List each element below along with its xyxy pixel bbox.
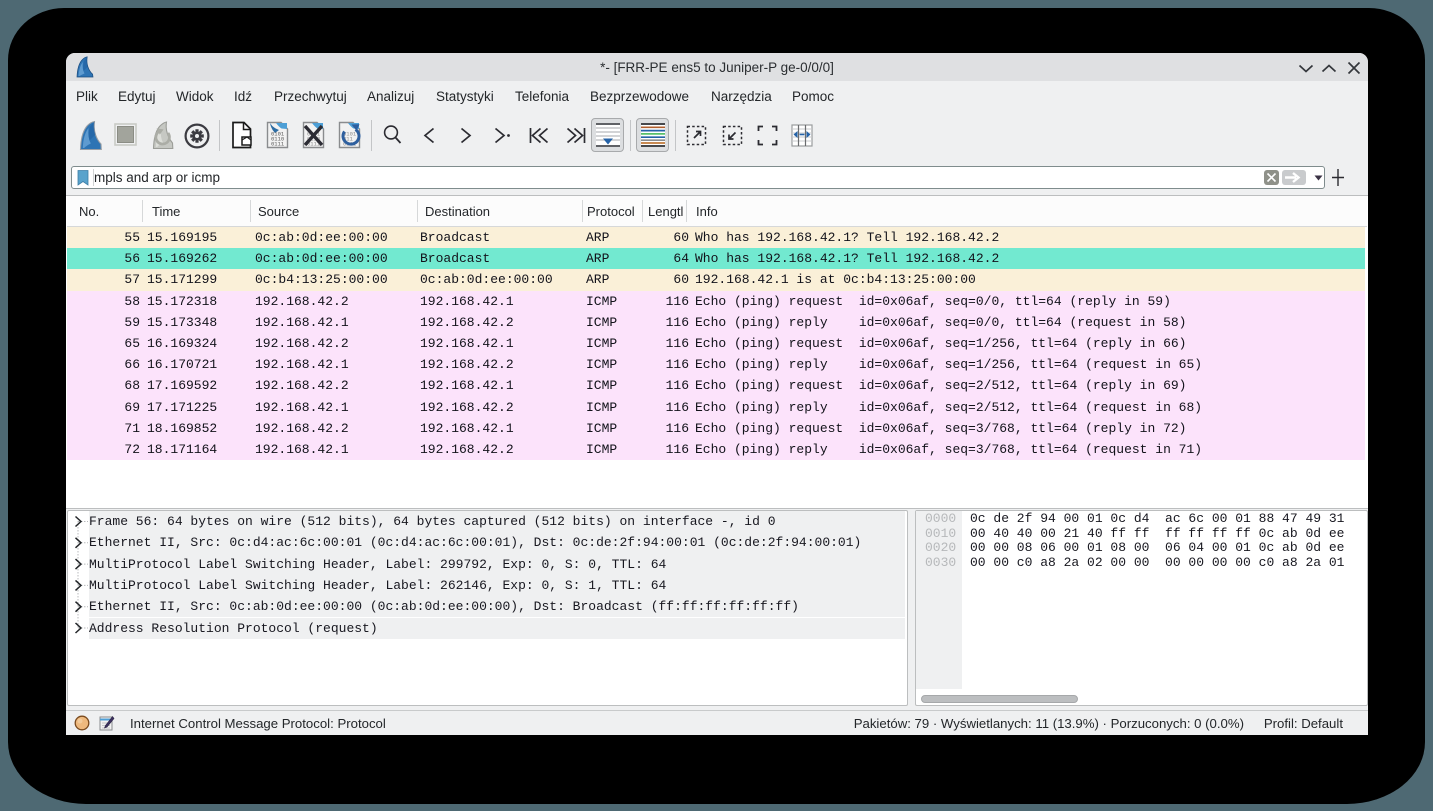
- svg-text:0111: 0111: [271, 141, 285, 148]
